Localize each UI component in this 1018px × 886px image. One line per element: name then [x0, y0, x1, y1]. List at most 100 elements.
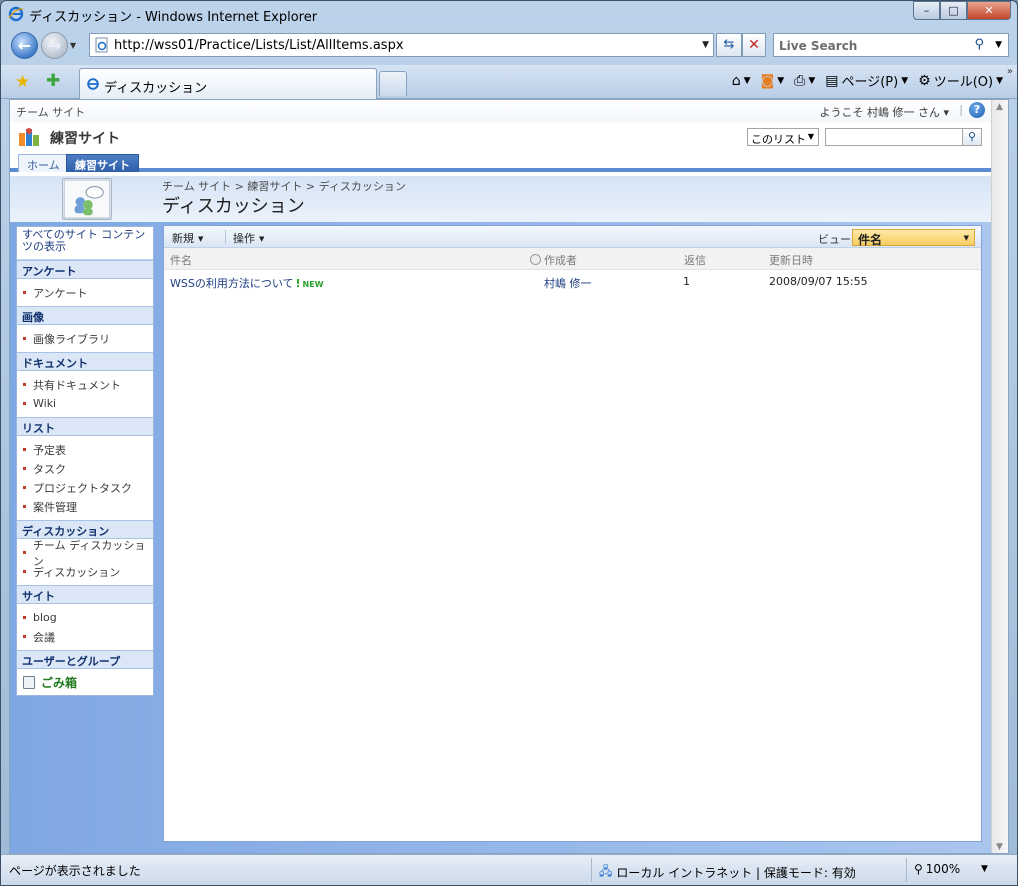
- quick-launch: すべてのサイト コンテンツの表示 アンケート アンケート 画像 画像ライブラリ ドキュメ…: [16, 226, 154, 696]
- quick-launch-heading[interactable]: アンケート: [17, 260, 153, 279]
- recent-pages-dropdown[interactable]: ▼: [70, 41, 76, 50]
- bullet-icon: [23, 467, 26, 470]
- site-search-input[interactable]: [825, 128, 963, 146]
- site-logo-icon: [19, 128, 39, 146]
- global-site-link[interactable]: チーム サイト: [16, 104, 85, 120]
- list-item[interactable]: 画像ライブラリ: [17, 328, 153, 347]
- zoom-icon: ⚲: [914, 862, 923, 876]
- more-commands-button[interactable]: »: [1007, 66, 1013, 77]
- print-icon: ⎙: [794, 72, 806, 89]
- column-subject[interactable]: 件名: [170, 252, 192, 268]
- list-item[interactable]: 案件管理: [17, 496, 153, 515]
- quick-launch-link[interactable]: 予定表: [33, 442, 66, 458]
- quick-launch-link[interactable]: blog: [33, 611, 57, 624]
- bullet-icon: [23, 551, 26, 554]
- recycle-bin-link[interactable]: ごみ箱: [17, 669, 153, 695]
- zoom-dropdown-icon[interactable]: ▼: [981, 864, 988, 874]
- column-updated[interactable]: 更新日時: [769, 252, 813, 268]
- view-all-site-content-link[interactable]: すべてのサイト コンテンツの表示: [17, 227, 153, 260]
- quick-launch-link[interactable]: 共有ドキュメント: [33, 377, 121, 393]
- actions-menu[interactable]: 操作 ▼: [233, 230, 264, 246]
- back-button[interactable]: ←: [11, 32, 38, 59]
- minimize-button[interactable]: –: [913, 1, 940, 20]
- list-item[interactable]: プロジェクトタスク: [17, 477, 153, 496]
- quick-launch-link[interactable]: ディスカッション: [33, 564, 120, 580]
- search-options-dropdown[interactable]: ▼: [995, 40, 1002, 50]
- new-tab-button[interactable]: [379, 71, 407, 96]
- star-icon[interactable]: ★: [15, 72, 30, 92]
- quick-launch-heading[interactable]: リスト: [17, 417, 153, 436]
- command-bar: ⌂ ▼ ◙ ▼ ⎙ ▼ ▤ ページ(P) ▼ ⚙ ツール(O) ▼: [732, 71, 1003, 91]
- topnav-current-site[interactable]: 練習サイト: [66, 154, 139, 172]
- page-favicon-icon: [95, 37, 108, 53]
- quick-launch-heading[interactable]: サイト: [17, 585, 153, 604]
- view-select[interactable]: 件名 ▼: [852, 229, 975, 247]
- top-navigation: ホーム 練習サイト: [10, 152, 993, 172]
- search-icon[interactable]: ⚲: [974, 37, 984, 52]
- quick-launch-heading[interactable]: ユーザーとグループ: [17, 650, 153, 669]
- discussion-subject-link[interactable]: WSSの利用方法について: [170, 277, 294, 290]
- new-menu[interactable]: 新規 ▼: [172, 230, 203, 246]
- column-author[interactable]: 作成者: [530, 252, 577, 268]
- quick-launch-list: 予定表タスクプロジェクトタスク 案件管理: [17, 436, 153, 520]
- quick-launch-heading[interactable]: ドキュメント: [17, 352, 153, 371]
- row-updated: 2008/09/07 15:55: [769, 275, 868, 288]
- scroll-up-icon[interactable]: ▲: [996, 102, 1003, 112]
- list-item[interactable]: タスク: [17, 458, 153, 477]
- forward-button[interactable]: →: [41, 32, 68, 59]
- list-item[interactable]: アンケート: [17, 282, 153, 301]
- print-button[interactable]: ⎙ ▼: [794, 73, 815, 89]
- quick-launch-link[interactable]: Wiki: [33, 397, 56, 410]
- bullet-icon: [23, 505, 26, 508]
- site-name[interactable]: 練習サイト: [50, 128, 120, 148]
- row-subject[interactable]: WSSの利用方法について! NEW: [170, 275, 324, 291]
- maximize-button[interactable]: □: [940, 1, 967, 20]
- site-search-button[interactable]: ⚲: [962, 128, 982, 146]
- quick-launch-heading[interactable]: 画像: [17, 306, 153, 325]
- quick-launch-link[interactable]: 会議: [33, 629, 55, 645]
- stop-button[interactable]: ✕: [742, 33, 766, 57]
- scroll-down-icon[interactable]: ▼: [996, 842, 1003, 852]
- address-dropdown-icon[interactable]: ▼: [702, 40, 709, 50]
- quick-launch-link[interactable]: タスク: [33, 461, 66, 477]
- zoom-control[interactable]: ⚲ 100%: [914, 862, 960, 876]
- help-icon[interactable]: ?: [969, 102, 985, 118]
- list-item[interactable]: 共有ドキュメント: [17, 374, 153, 393]
- tools-menu[interactable]: ⚙ ツール(O) ▼: [918, 71, 1003, 91]
- home-button[interactable]: ⌂ ▼: [732, 73, 751, 89]
- address-row: ← → ▼ http://wss01/Practice/Lists/List/A…: [1, 29, 1017, 65]
- address-url[interactable]: http://wss01/Practice/Lists/List/AllItem…: [114, 38, 404, 53]
- tab-discussion[interactable]: ディスカッション: [79, 68, 377, 99]
- welcome-menu[interactable]: ようこそ 村嶋 修一 さん ▾: [819, 104, 949, 120]
- chevron-down-icon: ▼: [963, 234, 969, 242]
- list-item[interactable]: 予定表: [17, 439, 153, 458]
- list-item[interactable]: blog: [17, 607, 153, 626]
- quick-launch-link[interactable]: プロジェクトタスク: [33, 480, 132, 496]
- quick-launch-link[interactable]: 画像ライブラリ: [33, 331, 110, 347]
- row-author[interactable]: 村嶋 修一: [544, 275, 592, 291]
- address-bar[interactable]: http://wss01/Practice/Lists/List/AllItem…: [89, 33, 714, 57]
- feeds-button[interactable]: ◙ ▼: [761, 73, 785, 89]
- search-scope-select[interactable]: このリスト ▼: [747, 128, 819, 146]
- quick-launch-link[interactable]: 案件管理: [33, 499, 77, 515]
- topnav-home[interactable]: ホーム: [18, 154, 69, 172]
- list-item[interactable]: Wiki: [17, 393, 153, 412]
- security-zone[interactable]: 🖧 ローカル イントラネット | 保護モード: 有効: [599, 862, 856, 883]
- refresh-button[interactable]: ⇆: [716, 33, 742, 57]
- status-divider: [906, 858, 907, 882]
- search-placeholder[interactable]: Live Search: [779, 39, 857, 53]
- stop-icon: ✕: [748, 37, 760, 53]
- list-item[interactable]: 会議: [17, 626, 153, 645]
- page-menu[interactable]: ▤ ページ(P) ▼: [825, 71, 908, 91]
- quick-launch-sections: アンケート アンケート 画像 画像ライブラリ ドキュメント 共有ドキュメント Wiki リスト…: [17, 260, 153, 669]
- discussion-list-icon: [62, 178, 112, 220]
- quick-launch-link[interactable]: アンケート: [33, 285, 88, 301]
- page-icon: ▤: [825, 72, 839, 89]
- list-item[interactable]: チーム ディスカッション: [17, 539, 153, 568]
- close-window-button[interactable]: ✕: [967, 1, 1011, 20]
- live-search-box[interactable]: Live Search ⚲ ▼: [773, 33, 1009, 57]
- vertical-scrollbar[interactable]: ▲ ▼: [991, 100, 1008, 853]
- column-replies[interactable]: 返信: [684, 252, 706, 268]
- bullet-icon: [23, 486, 26, 489]
- add-favorite-icon[interactable]: ✚: [46, 71, 60, 91]
